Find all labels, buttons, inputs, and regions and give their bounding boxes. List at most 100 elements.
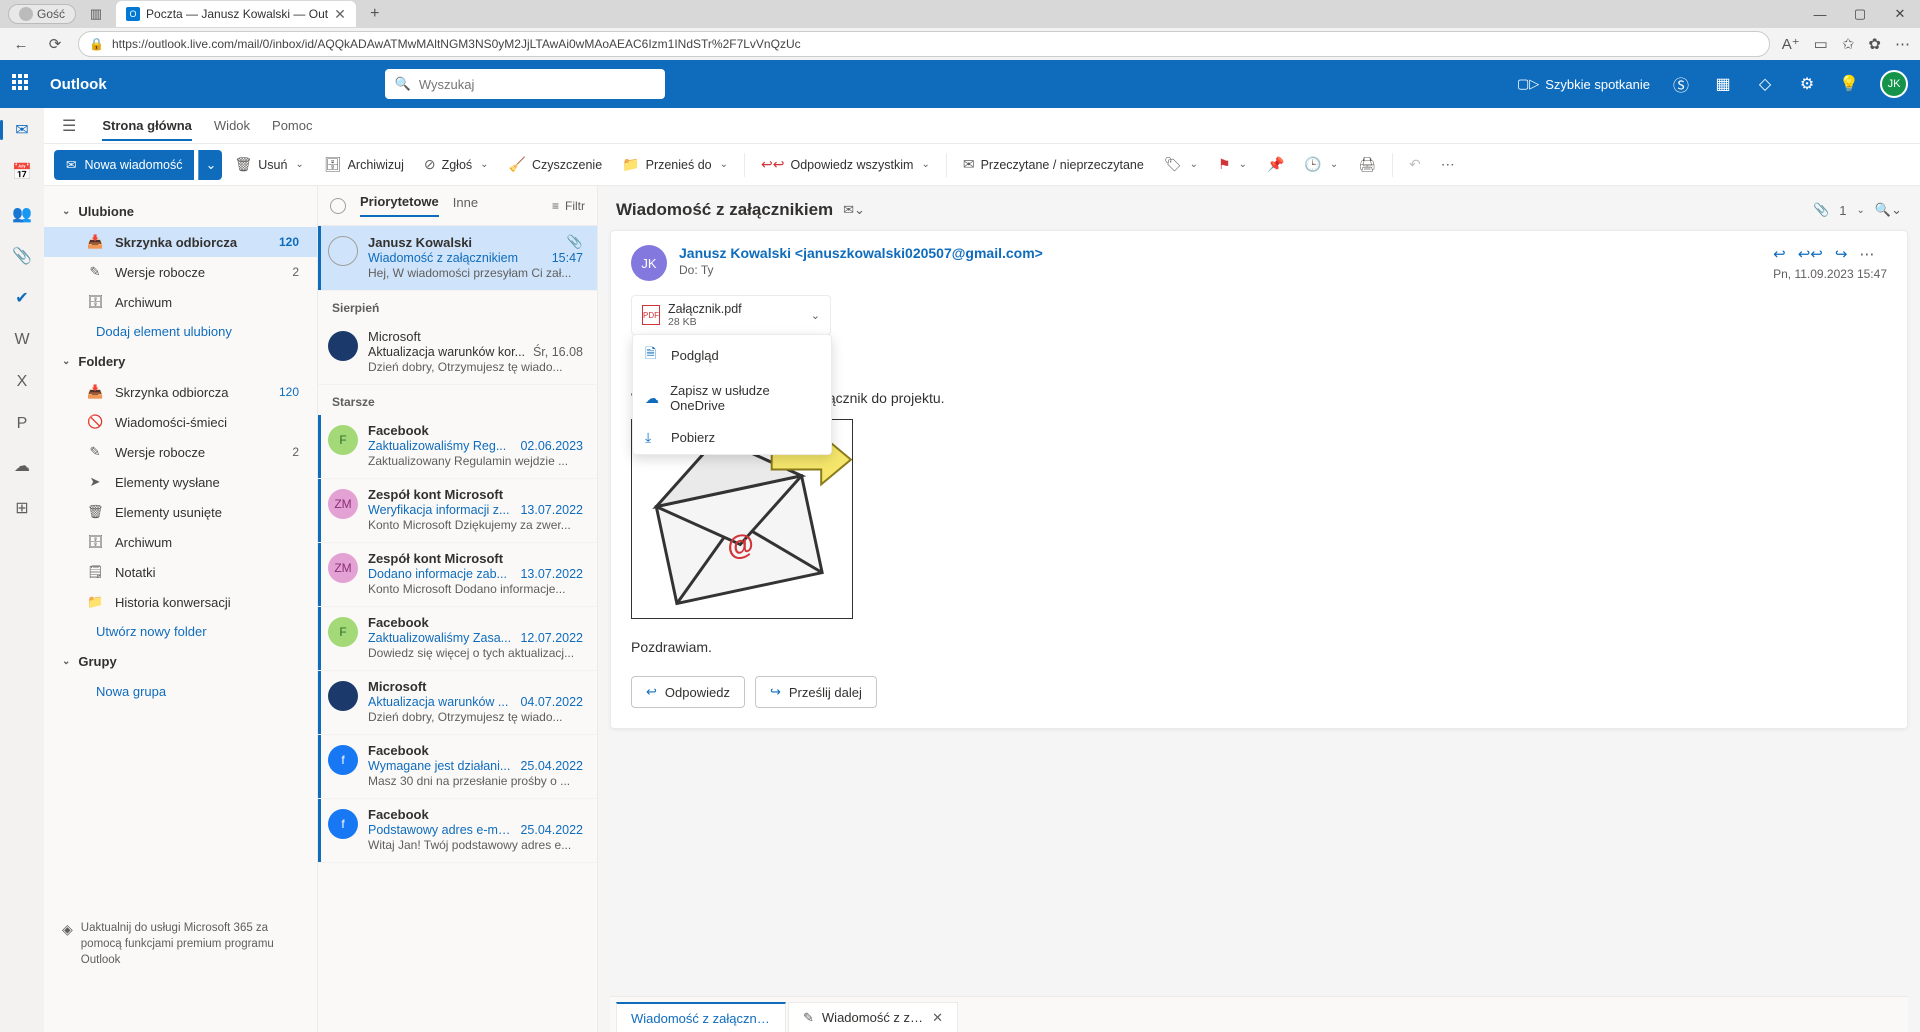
browser-tab-outlook[interactable]: O Poczta — Janusz Kowalski — Out ✕ xyxy=(116,1,356,27)
attachment-chip[interactable]: PDF Załącznik.pdf 28 KB ⌄ 🗎Podgląd ☁Zapi… xyxy=(631,295,831,335)
rail-powerpoint-icon[interactable]: P xyxy=(8,410,36,438)
new-folder-link[interactable]: Utwórz nowy folder xyxy=(44,617,317,646)
skype-icon[interactable]: Ⓢ xyxy=(1670,72,1692,96)
reply-all-button[interactable]: ↩↩Odpowiedz wszystkim⌄ xyxy=(753,150,938,180)
chevron-down-icon[interactable]: ⌄ xyxy=(1857,205,1865,216)
teams-icon[interactable]: ▦ xyxy=(1712,74,1734,94)
bottom-tab-2[interactable]: ✎Wiadomość z załącz...✕ xyxy=(788,1002,958,1032)
undo-button[interactable]: ↶ xyxy=(1401,150,1429,180)
chevron-down-icon[interactable]: ⌄ xyxy=(811,309,820,322)
attachment-preview[interactable]: 🗎Podgląd xyxy=(633,335,831,375)
rail-files-icon[interactable]: 📎 xyxy=(8,242,36,270)
bottom-tab-1[interactable]: Wiadomość z załącznikiem xyxy=(616,1002,786,1032)
rail-onedrive-icon[interactable]: ☁ xyxy=(8,452,36,480)
report-button[interactable]: ⊘Zgłoś⌄ xyxy=(416,150,497,180)
from-line[interactable]: Janusz Kowalski <januszkowalski020507@gm… xyxy=(679,245,1761,261)
url-field[interactable]: 🔒 https://outlook.live.com/mail/0/inbox/… xyxy=(78,31,1770,57)
folder-notes[interactable]: 🗒Notatki xyxy=(44,557,317,587)
filter-button[interactable]: ≡Filtr xyxy=(552,199,585,213)
hamburger-icon[interactable]: ☰ xyxy=(62,116,76,136)
pin-button[interactable]: 📌 xyxy=(1259,150,1292,180)
forward-button[interactable]: ↪Prześlij dalej xyxy=(755,676,877,708)
rail-mail-icon[interactable]: ✉ xyxy=(8,116,36,144)
sender-avatar[interactable]: JK xyxy=(631,245,667,281)
rail-calendar-icon[interactable]: 📅 xyxy=(8,158,36,186)
upgrade-promo[interactable]: ◈ Uaktualnij do usługi Microsoft 365 za … xyxy=(44,906,317,982)
message-item[interactable]: fFacebookPodstawowy adres e-ma...25.04.2… xyxy=(318,799,597,863)
collections-icon[interactable]: ▭ xyxy=(1814,35,1828,53)
forward-icon[interactable]: ↪ xyxy=(1835,245,1848,263)
delete-button[interactable]: 🗑Usuń⌄ xyxy=(226,150,311,180)
snooze-button[interactable]: 🕒⌄ xyxy=(1296,150,1346,180)
refresh-button[interactable]: ⟳ xyxy=(44,35,66,53)
add-favorite-link[interactable]: Dodaj element ulubiony xyxy=(44,317,317,346)
close-window-button[interactable]: ✕ xyxy=(1880,0,1920,28)
menu-help[interactable]: Pomoc xyxy=(272,118,312,133)
sweep-button[interactable]: 🧹Czyszczenie xyxy=(501,150,611,180)
attachment-icon[interactable]: 📎 xyxy=(1813,202,1829,218)
app-launcher-icon[interactable] xyxy=(12,74,32,94)
select-all-checkbox[interactable] xyxy=(330,198,346,214)
quick-meeting-button[interactable]: ▢▷ Szybkie spotkanie xyxy=(1517,76,1650,92)
message-item[interactable]: ZMZespół kont MicrosoftWeryfikacja infor… xyxy=(318,479,597,543)
message-item[interactable]: FFacebookZaktualizowaliśmy Reg...02.06.2… xyxy=(318,415,597,479)
more-actions-icon[interactable]: ⋯ xyxy=(1859,245,1874,263)
tag-button[interactable]: 🏷⌄ xyxy=(1156,150,1206,180)
message-item[interactable]: fFacebookWymagane jest działani...25.04.… xyxy=(318,735,597,799)
read-aloud-icon[interactable]: A⁺ xyxy=(1782,35,1800,53)
folder-conv-history[interactable]: 📁Historia konwersacji xyxy=(44,587,317,617)
search-box[interactable]: 🔍 xyxy=(385,69,665,99)
reply-button[interactable]: ↩Odpowiedz xyxy=(631,676,745,708)
browser-menu-icon[interactable]: ⋯ xyxy=(1895,35,1910,53)
move-button[interactable]: 📁Przenieś do⌄ xyxy=(614,150,736,180)
folder-drafts[interactable]: ✎Wersje robocze2 xyxy=(44,437,317,467)
groups-header[interactable]: ⌄Grupy xyxy=(44,646,317,677)
folder-archive[interactable]: 🗄Archiwum xyxy=(44,527,317,557)
rail-todo-icon[interactable]: ✔ xyxy=(8,284,36,312)
tab-focused[interactable]: Priorytetowe xyxy=(360,194,439,217)
tips-icon[interactable]: ◇ xyxy=(1754,74,1776,94)
folder-deleted[interactable]: 🗑Elementy usunięte xyxy=(44,497,317,527)
extensions-icon[interactable]: ✿ xyxy=(1868,35,1881,53)
message-item[interactable]: ZMZespół kont MicrosoftDodano informacje… xyxy=(318,543,597,607)
fav-drafts[interactable]: ✎Wersje robocze2 xyxy=(44,257,317,287)
rail-word-icon[interactable]: W xyxy=(8,326,36,354)
message-item[interactable]: MicrosoftAktualizacja warunków kor...Śr,… xyxy=(318,321,597,385)
new-message-chevron[interactable]: ⌄ xyxy=(198,150,222,180)
folder-junk[interactable]: 🚫Wiadomości-śmieci xyxy=(44,407,317,437)
account-avatar[interactable]: JK xyxy=(1880,70,1908,98)
message-item[interactable]: FFacebookZaktualizowaliśmy Zasa...12.07.… xyxy=(318,607,597,671)
subject-badge-icon[interactable]: ✉⌄ xyxy=(843,202,865,218)
zoom-icon[interactable]: 🔍⌄ xyxy=(1875,202,1902,218)
guest-profile-chip[interactable]: Gość xyxy=(8,4,76,24)
rail-more-apps-icon[interactable]: ⊞ xyxy=(8,494,36,522)
close-tab-icon[interactable]: ✕ xyxy=(334,6,346,23)
favorites-header[interactable]: ⌄Ulubione xyxy=(44,196,317,227)
rail-excel-icon[interactable]: X xyxy=(8,368,36,396)
flag-button[interactable]: ⚑⌄ xyxy=(1210,150,1255,180)
favorites-icon[interactable]: ✩ xyxy=(1842,35,1855,53)
help-icon[interactable]: 💡 xyxy=(1838,74,1860,94)
fav-inbox[interactable]: 📥Skrzynka odbiorcza120 xyxy=(44,227,317,257)
reply-icon[interactable]: ↩ xyxy=(1773,245,1786,263)
attachment-download[interactable]: ⤓Pobierz xyxy=(633,421,831,454)
folder-sent[interactable]: ➤Elementy wysłane xyxy=(44,467,317,497)
search-input[interactable] xyxy=(419,77,655,92)
folder-inbox[interactable]: 📥Skrzynka odbiorcza120 xyxy=(44,377,317,407)
folders-header[interactable]: ⌄Foldery xyxy=(44,346,317,377)
minimize-button[interactable]: — xyxy=(1800,0,1840,28)
settings-icon[interactable]: ⚙ xyxy=(1796,74,1818,94)
new-message-button[interactable]: ✉ Nowa wiadomość xyxy=(54,150,194,180)
message-item[interactable]: Janusz Kowalski📎Wiadomość z załącznikiem… xyxy=(318,226,597,291)
fav-archive[interactable]: 🗄Archiwum xyxy=(44,287,317,317)
read-unread-button[interactable]: ✉Przeczytane / nieprzeczytane xyxy=(955,150,1152,180)
archive-button[interactable]: 🗄Archiwizuj xyxy=(316,150,412,180)
reply-all-icon[interactable]: ↩↩ xyxy=(1798,245,1823,263)
maximize-button[interactable]: ▢ xyxy=(1840,0,1880,28)
tab-overview-button[interactable]: ▥ xyxy=(82,3,110,25)
new-group-link[interactable]: Nowa grupa xyxy=(44,677,317,706)
attachment-save-onedrive[interactable]: ☁Zapisz w usłudze OneDrive xyxy=(633,375,831,421)
message-item[interactable]: MicrosoftAktualizacja warunków ...04.07.… xyxy=(318,671,597,735)
print-button[interactable]: 🖨 xyxy=(1350,150,1384,180)
rail-people-icon[interactable]: 👥 xyxy=(8,200,36,228)
